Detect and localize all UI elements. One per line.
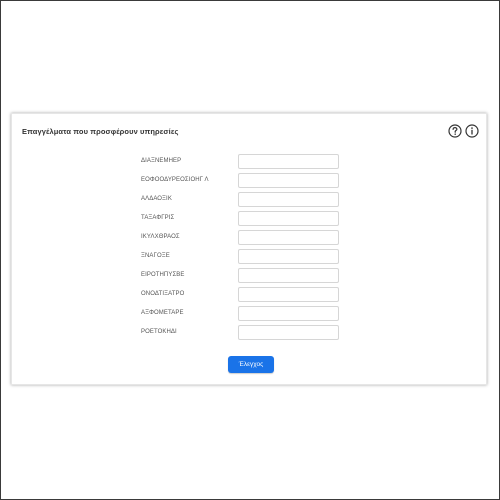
row-label: ΕΙΡΟΤΗΠΥΣΒΕ (141, 272, 185, 278)
form-row: ΕΟΦΟΟΔΥΡΕΟΣΙΟΗΓ Λ (12, 173, 486, 189)
profession-input[interactable] (238, 325, 339, 340)
services-panel: Επαγγέλματα που προσφέρουν υπηρεσίες ΔΙΑ… (11, 113, 487, 385)
row-label: ΤΑΞΑΦΓΡΙΣ (141, 215, 175, 221)
row-label: ΙΚΥΛΧΘΡΑΟΣ (141, 234, 180, 240)
row-label: ΡΟΕΤΟΚΗΔΙ (141, 329, 177, 335)
info-circle-icon[interactable] (465, 124, 479, 138)
form-row: ΤΑΞΑΦΓΡΙΣ (12, 211, 486, 227)
form-row: ΑΞΦΟΜΕΤΑΡΕ (12, 306, 486, 322)
panel-icons (448, 124, 479, 138)
profession-input[interactable] (238, 211, 339, 226)
form-row: ΑΛΔΑΟΞΙΚ (12, 192, 486, 208)
form-row: ΡΟΕΤΟΚΗΔΙ (12, 325, 486, 341)
form-row: ΞΝΑΓΟΞΕ (12, 249, 486, 265)
profession-input[interactable] (238, 306, 339, 321)
row-label: ΑΛΔΑΟΞΙΚ (141, 196, 172, 202)
form-row: ΔΙΑΞΝΕΜΗΕΡ (12, 154, 486, 170)
row-label: ΑΞΦΟΜΕΤΑΡΕ (141, 310, 184, 316)
form-row: ΟΝΟΔΤΙΞΑΤΡΟ (12, 287, 486, 303)
profession-input[interactable] (238, 249, 339, 264)
profession-input[interactable] (238, 268, 339, 283)
page-frame: Επαγγέλματα που προσφέρουν υπηρεσίες ΔΙΑ… (0, 0, 500, 500)
question-circle-icon[interactable] (448, 124, 462, 138)
row-label: ΞΝΑΓΟΞΕ (141, 253, 170, 259)
panel-title: Επαγγέλματα που προσφέρουν υπηρεσίες (22, 127, 179, 136)
profession-input[interactable] (238, 230, 339, 245)
check-button[interactable]: Έλεγχος (228, 356, 274, 373)
profession-input[interactable] (238, 192, 339, 207)
form-row: ΕΙΡΟΤΗΠΥΣΒΕ (12, 268, 486, 284)
profession-input[interactable] (238, 154, 339, 169)
profession-input[interactable] (238, 173, 339, 188)
row-label: ΕΟΦΟΟΔΥΡΕΟΣΙΟΗΓ Λ (141, 177, 209, 183)
form-row: ΙΚΥΛΧΘΡΑΟΣ (12, 230, 486, 246)
row-label: ΟΝΟΔΤΙΞΑΤΡΟ (141, 291, 185, 297)
profession-input[interactable] (238, 287, 339, 302)
row-label: ΔΙΑΞΝΕΜΗΕΡ (141, 158, 182, 164)
